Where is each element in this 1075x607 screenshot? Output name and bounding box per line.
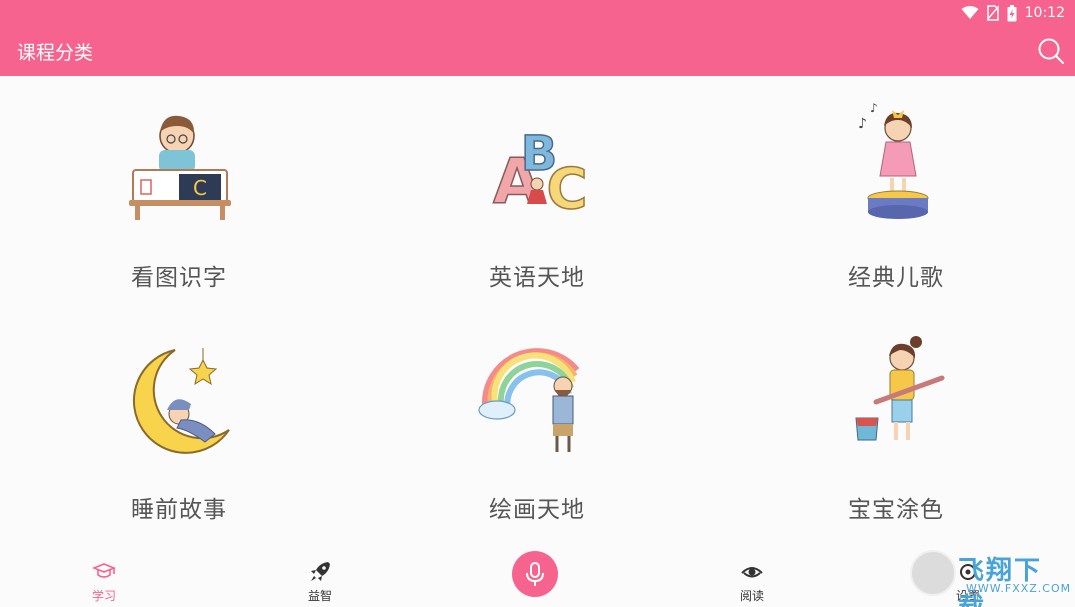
nav-item-label: 益智 (307, 589, 332, 603)
category-label: 绘画天地 (489, 497, 585, 523)
category-card-literacy[interactable]: C 看图识字 (0, 76, 358, 306)
nav-item-reading[interactable]: 阅读 (712, 558, 792, 606)
category-card-bedtime-stories[interactable]: 睡前故事 (0, 308, 358, 538)
status-icons: 10:12 (961, 3, 1065, 23)
wifi-icon (961, 6, 979, 19)
rocket-icon (311, 562, 330, 581)
category-card-coloring[interactable]: 宝宝涂色 (717, 308, 1075, 538)
no-sim-icon (986, 5, 999, 21)
category-card-drawing[interactable]: 绘画天地 (358, 308, 716, 538)
svg-text:♪: ♪ (858, 116, 867, 132)
svg-text:C: C (546, 157, 587, 222)
nav-item-study[interactable]: 学习 (64, 558, 144, 606)
app-screen: 10:12 课程分类 C 看图识字 A B C 英语天地 ♪ ♪ 经典儿歌 睡前… (0, 0, 1075, 607)
boy-reading-icon: C (129, 115, 231, 220)
nav-item-puzzle[interactable]: 益智 (280, 558, 360, 606)
watermark-logo-icon (910, 550, 956, 596)
graduation-cap-icon (92, 563, 116, 578)
abc-letters-icon: A B C (492, 125, 588, 223)
app-bar: 课程分类 (0, 26, 1075, 76)
category-label: 看图识字 (131, 265, 227, 291)
svg-text:♪: ♪ (870, 101, 878, 115)
status-bar: 10:12 (0, 0, 1075, 26)
category-label: 宝宝涂色 (848, 497, 944, 523)
eye-icon (741, 567, 763, 578)
svg-text:C: C (193, 176, 207, 200)
girl-singing-icon: ♪ ♪ (858, 101, 929, 219)
moon-sleeping-icon (132, 348, 230, 454)
search-button[interactable] (1037, 37, 1065, 65)
search-icon (1038, 38, 1064, 64)
page-title: 课程分类 (17, 42, 94, 64)
microphone-icon (526, 562, 544, 586)
watermark-subtext: WWW.FXXZ.COM (966, 582, 1072, 595)
category-grid: C 看图识字 A B C 英语天地 ♪ ♪ 经典儿歌 睡前故事 绘画天地 宝宝涂… (0, 76, 1075, 546)
category-card-songs[interactable]: ♪ ♪ 经典儿歌 (717, 76, 1075, 306)
category-label: 英语天地 (489, 265, 585, 291)
nav-item-label: 阅读 (739, 589, 764, 603)
girl-paintbrush-icon (855, 336, 945, 441)
nav-item-label: 学习 (91, 589, 116, 603)
watermark-text: 飞翔下载 (958, 556, 1043, 607)
category-card-english[interactable]: A B C 英语天地 (358, 76, 716, 306)
category-label: 睡前故事 (131, 497, 227, 523)
rainbow-painter-icon (478, 348, 580, 452)
battery-charging-icon (1007, 4, 1017, 21)
watermark: 飞翔下载 WWW.FXXZ.COM (906, 548, 1070, 607)
category-label: 经典儿歌 (848, 265, 944, 291)
status-time: 10:12 (1024, 5, 1065, 21)
voice-search-button[interactable] (512, 551, 558, 597)
